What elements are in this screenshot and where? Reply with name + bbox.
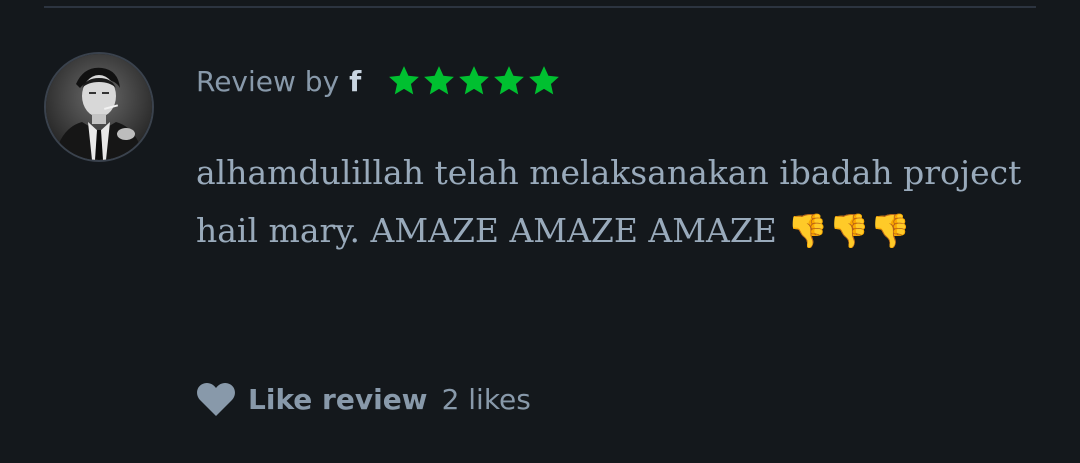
star-icon <box>529 66 560 95</box>
like-row: Like review 2 likes <box>196 376 531 422</box>
reviewer-avatar[interactable] <box>44 52 154 162</box>
heart-icon[interactable] <box>196 381 236 417</box>
like-count[interactable]: 2 likes <box>442 383 531 416</box>
like-review-label[interactable]: Like review <box>248 383 428 416</box>
rating-stars <box>387 64 561 98</box>
star-icon <box>494 66 525 95</box>
like-review-button[interactable]: Like review <box>196 381 428 417</box>
star-icon <box>389 66 420 95</box>
avatar-photo <box>46 54 152 160</box>
star-icon <box>424 66 455 95</box>
star-icon <box>459 66 490 95</box>
top-divider <box>44 6 1036 8</box>
review-by-label: Review by <box>196 64 340 98</box>
review-text: alhamdulillah telah melaksanakan ibadah … <box>196 144 1036 260</box>
review-header: Review by f <box>196 58 561 104</box>
reviewer-name-link[interactable]: f <box>349 65 361 98</box>
review-text-content: alhamdulillah telah melaksanakan ibadah … <box>196 153 1032 250</box>
